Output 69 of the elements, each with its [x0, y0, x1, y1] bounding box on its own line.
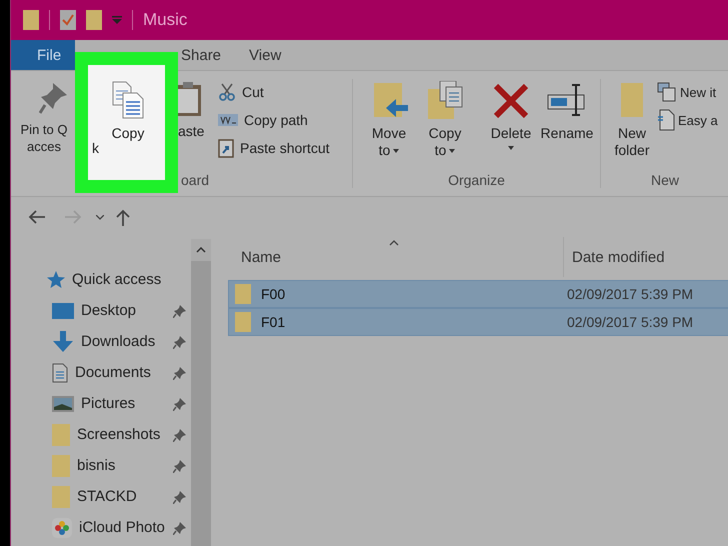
- scroll-up-button[interactable]: [191, 239, 211, 261]
- file-row[interactable]: F01 02/09/2017 5:39 PM: [228, 308, 728, 336]
- sidebar-item[interactable]: STACKD: [11, 481, 191, 512]
- folder-icon: [235, 312, 251, 332]
- column-header[interactable]: Date modified: [564, 248, 665, 266]
- delete-icon: [493, 81, 529, 119]
- checklist-icon[interactable]: [60, 10, 76, 30]
- back-arrow-icon[interactable]: [28, 210, 46, 224]
- document-icon: [52, 362, 68, 382]
- scrollbar[interactable]: [191, 239, 211, 546]
- group-label: oard: [180, 172, 210, 190]
- paste-shortcut-button[interactable]: Paste shortcut: [218, 137, 330, 159]
- new-item-icon: [657, 82, 677, 102]
- picture-icon: [52, 396, 74, 412]
- forward-arrow-icon[interactable]: [64, 210, 82, 224]
- new-folder-button[interactable]: New folder: [609, 81, 655, 159]
- download-icon: [52, 330, 74, 352]
- window-title: Music: [143, 10, 188, 30]
- sidebar-item[interactable]: Pictures: [11, 388, 191, 419]
- rename-button[interactable]: Rename: [543, 81, 591, 142]
- dropdown-icon[interactable]: [112, 16, 122, 24]
- star-icon: [45, 270, 65, 288]
- chevron-down-icon[interactable]: [96, 214, 104, 220]
- group-label: New: [650, 172, 680, 190]
- copy-folder-icon: [426, 81, 464, 119]
- desktop-icon: [52, 302, 74, 318]
- copy-path-button[interactable]: Copy path: [218, 109, 330, 131]
- cut-button[interactable]: Cut: [218, 81, 330, 103]
- folder-icon: [52, 486, 70, 508]
- shortcut-icon: [218, 138, 234, 158]
- rename-icon: [547, 81, 587, 119]
- column-header[interactable]: Name: [228, 237, 564, 277]
- group-label: Organize: [447, 172, 506, 190]
- up-arrow-icon[interactable]: [116, 208, 130, 226]
- ribbon-tab[interactable]: Share: [179, 40, 248, 70]
- chevron-up-icon: [196, 247, 206, 253]
- flower-icon: [52, 518, 72, 538]
- file-name: F01: [261, 314, 286, 330]
- sidebar-item[interactable]: Screenshots: [11, 419, 191, 450]
- copy-to-button[interactable]: Copy to: [421, 81, 469, 159]
- file-name: F00: [261, 286, 286, 302]
- document-icon: [657, 109, 675, 131]
- delete-button[interactable]: Delete: [487, 81, 535, 150]
- folder-icon: [52, 454, 70, 476]
- sort-caret-icon: [389, 240, 399, 246]
- scissors-icon: [218, 83, 236, 101]
- date-cell: 02/09/2017 5:39 PM: [567, 286, 694, 302]
- pin-icon: [39, 81, 69, 115]
- path-icon: [218, 114, 238, 126]
- folder-icon: [619, 81, 645, 119]
- sidebar-item[interactable]: Downloads: [11, 326, 191, 357]
- sidebar-item[interactable]: Documents: [11, 357, 191, 388]
- sidebar-item[interactable]: iCloud Photo: [11, 512, 191, 543]
- date-cell: 02/09/2017 5:39 PM: [567, 314, 694, 330]
- sidebar-item[interactable]: bisnis: [11, 450, 191, 481]
- pin-button[interactable]: Pin to Q acces: [15, 81, 73, 155]
- label-fragment: k: [92, 140, 99, 157]
- folder-icon: [235, 284, 251, 304]
- folder-icon: [52, 424, 70, 446]
- copy-button[interactable]: Copy: [111, 81, 145, 142]
- copy-icon: [111, 81, 145, 119]
- ribbon-tab[interactable]: View: [247, 40, 308, 70]
- easy-access-button[interactable]: Easy a: [657, 109, 718, 131]
- sidebar-item[interactable]: Quick access: [11, 264, 191, 295]
- ribbon-tab[interactable]: File: [11, 40, 75, 70]
- move-to-button[interactable]: Move to: [365, 81, 413, 159]
- sidebar-item[interactable]: Desktop: [11, 295, 191, 326]
- file-row[interactable]: F00 02/09/2017 5:39 PM: [228, 280, 728, 308]
- new-item-button[interactable]: New it: [657, 81, 718, 103]
